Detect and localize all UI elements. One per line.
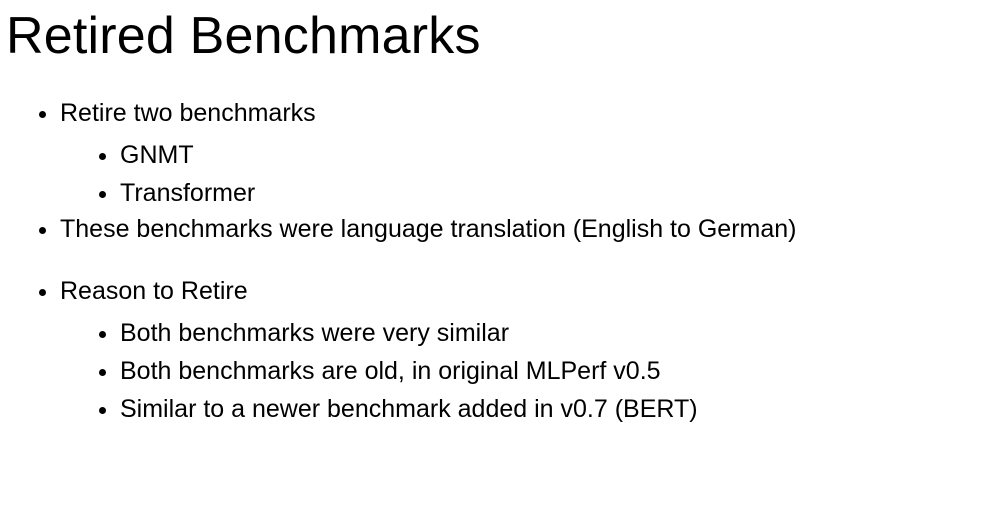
bullet-retire-two: Retire two benchmarks GNMT Transformer (60, 97, 993, 211)
sublist-retire-two: GNMT Transformer (60, 137, 993, 212)
sublist-reason: Both benchmarks were very similar Both b… (60, 315, 993, 428)
bullet-translation: These benchmarks were language translati… (60, 213, 993, 247)
bullet-list: Retire two benchmarks GNMT Transformer T… (0, 97, 993, 428)
slide: Retired Benchmarks Retire two benchmarks… (0, 0, 993, 523)
subbullet-similar: Both benchmarks were very similar (120, 315, 993, 351)
subbullet-bert: Similar to a newer benchmark added in v0… (120, 391, 993, 427)
slide-title: Retired Benchmarks (0, 0, 993, 65)
subbullet-transformer: Transformer (120, 175, 993, 211)
bullet-text: Retire two benchmarks (60, 99, 316, 127)
subbullet-old: Both benchmarks are old, in original MLP… (120, 353, 993, 389)
bullet-reason: Reason to Retire Both benchmarks were ve… (60, 275, 993, 428)
bullet-text: Reason to Retire (60, 277, 248, 305)
subbullet-gnmt: GNMT (120, 137, 993, 173)
